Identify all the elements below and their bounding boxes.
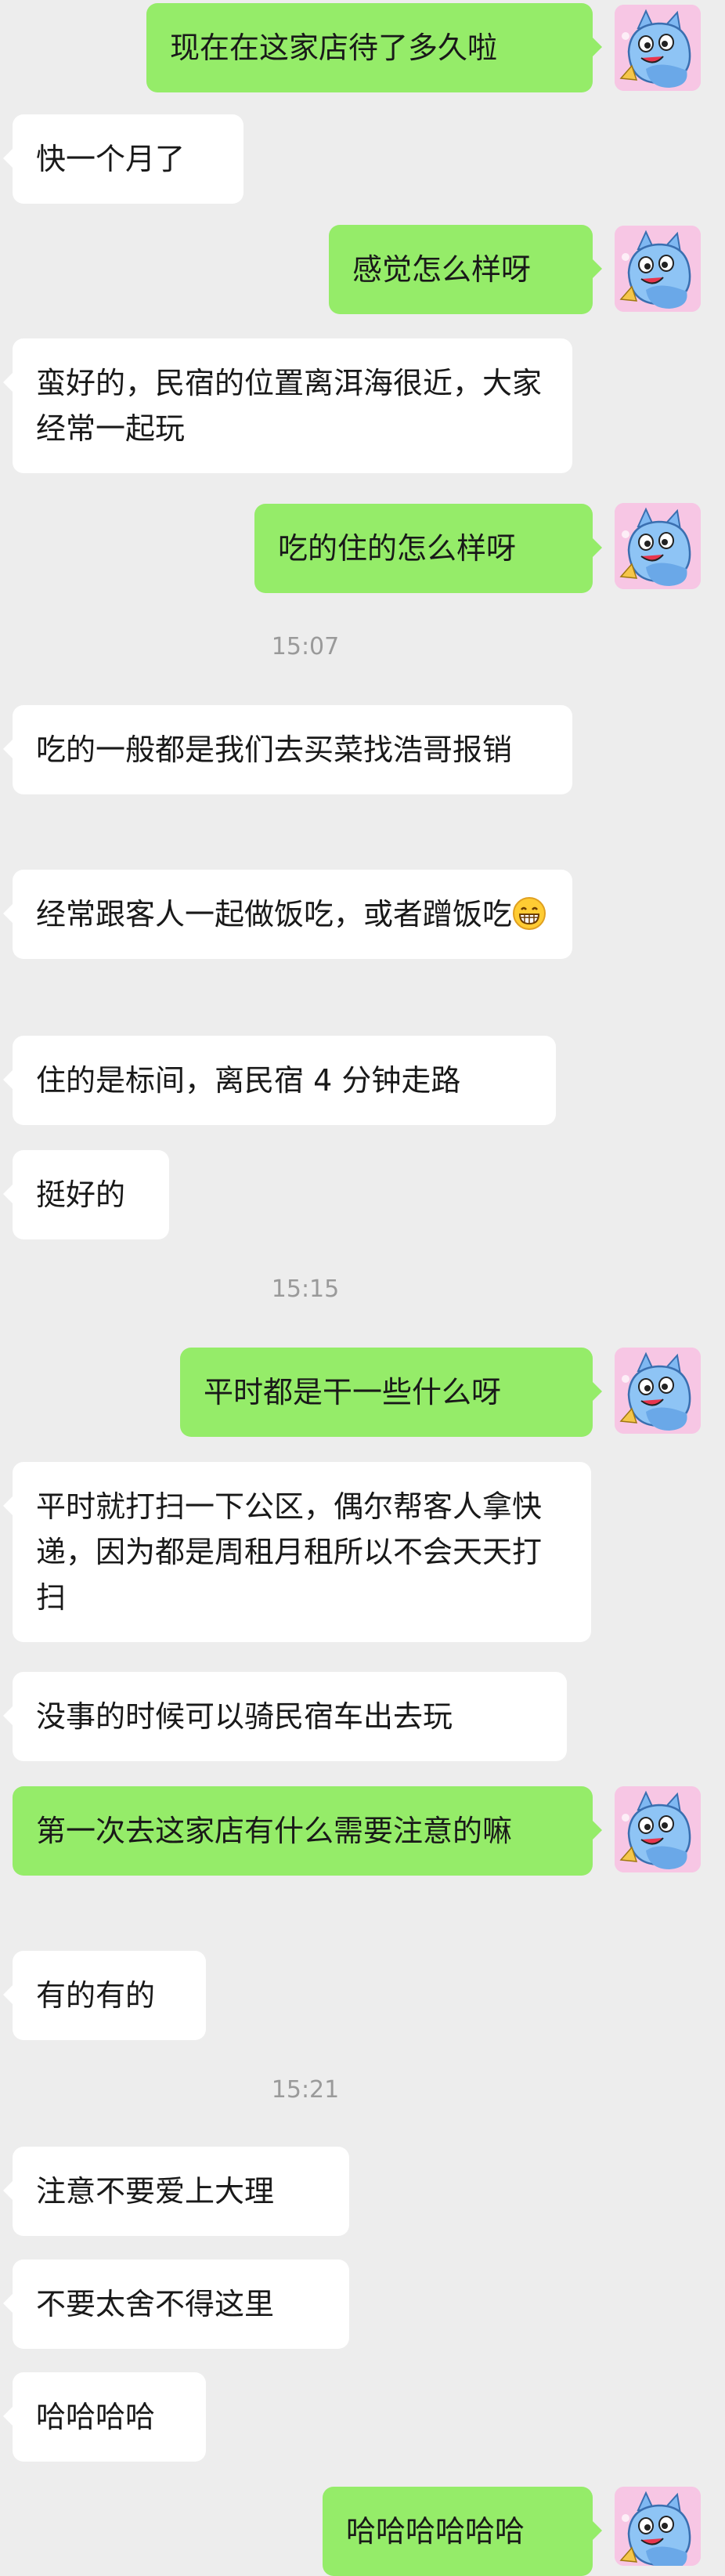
user-avatar[interactable]	[615, 1348, 701, 1434]
user-avatar[interactable]	[615, 2487, 701, 2566]
message-text: 现在在这家店待了多久啦	[170, 31, 498, 65]
message-text: 吃的住的怎么样呀	[278, 531, 517, 566]
message-bubble-incoming[interactable]: 快一个月了	[3, 114, 243, 204]
message-text: 感觉怎么样呀	[352, 252, 532, 287]
cartoon-avatar-icon	[615, 5, 701, 91]
message-text: 第一次去这家店有什么需要注意的嘛	[36, 1814, 513, 1848]
message-text: 快一个月了	[36, 142, 186, 176]
message-text: 挺好的	[36, 1178, 126, 1212]
timestamp: 15:07	[271, 633, 340, 660]
message-text: 吃的一般都是我们去买菜找浩哥报销	[36, 733, 513, 767]
message-bubble-incoming[interactable]: 平时就打扫一下公区，偶尔帮客人拿快递，因为都是周租月租所以不会天天打扫	[3, 1462, 591, 1642]
message-bubble-outgoing[interactable]: 感觉怎么样呀	[329, 225, 602, 314]
timestamp: 15:15	[271, 1275, 340, 1303]
user-avatar[interactable]	[615, 503, 701, 589]
grinning-face-emoji-icon	[513, 897, 546, 930]
message-bubble-incoming[interactable]: 有的有的	[3, 1951, 206, 2040]
message-bubble-outgoing[interactable]: 平时都是干一些什么呀	[180, 1348, 602, 1437]
message-bubble-incoming[interactable]: 不要太舍不得这里	[3, 2259, 349, 2349]
message-text: 平时都是干一些什么呀	[204, 1375, 502, 1409]
chat-window: 现在在这家店待了多久啦 快一个月了 感觉怎么样呀 蛮好的，民宿的位置离洱海很近，…	[0, 0, 725, 2576]
message-bubble-incoming[interactable]: 住的是标间，离民宿 4 分钟走路	[3, 1036, 556, 1125]
message-text: 平时就打扫一下公区，偶尔帮客人拿快递，因为都是周租月租所以不会天天打扫	[36, 1489, 543, 1615]
message-text: 没事的时候可以骑民宿车出去玩	[36, 1699, 453, 1734]
message-bubble-incoming[interactable]: 蛮好的，民宿的位置离洱海很近，大家经常一起玩	[3, 338, 572, 473]
message-bubble-incoming[interactable]: 注意不要爱上大理	[3, 2147, 349, 2236]
message-text: 经常跟客人一起做饭吃，或者蹭饭吃	[36, 897, 513, 932]
cartoon-avatar-icon	[615, 1786, 701, 1872]
message-bubble-outgoing[interactable]: 吃的住的怎么样呀	[254, 504, 602, 593]
timestamp: 15:21	[271, 2076, 340, 2104]
user-avatar[interactable]	[615, 226, 701, 312]
cartoon-avatar-icon	[615, 2487, 701, 2566]
cartoon-avatar-icon	[615, 503, 701, 589]
message-text: 蛮好的，民宿的位置离洱海很近，大家经常一起玩	[36, 366, 543, 446]
user-avatar[interactable]	[615, 1786, 701, 1872]
message-bubble-incoming[interactable]: 经常跟客人一起做饭吃，或者蹭饭吃	[3, 870, 572, 959]
message-text: 注意不要爱上大理	[36, 2174, 275, 2209]
message-text: 不要太舍不得这里	[36, 2287, 275, 2321]
message-text: 住的是标间，离民宿 4 分钟走路	[36, 1063, 461, 1098]
message-bubble-outgoing[interactable]: 哈哈哈哈哈哈	[323, 2487, 602, 2576]
message-text: 有的有的	[36, 1978, 156, 2013]
cartoon-avatar-icon	[615, 1348, 701, 1434]
message-bubble-incoming[interactable]: 哈哈哈哈	[3, 2372, 206, 2462]
user-avatar[interactable]	[615, 5, 701, 91]
message-text: 哈哈哈哈	[36, 2400, 156, 2434]
message-bubble-incoming[interactable]: 挺好的	[3, 1150, 169, 1239]
message-bubble-outgoing[interactable]: 现在在这家店待了多久啦	[146, 3, 602, 92]
message-bubble-incoming[interactable]: 吃的一般都是我们去买菜找浩哥报销	[3, 705, 572, 794]
message-bubble-outgoing[interactable]: 第一次去这家店有什么需要注意的嘛	[13, 1786, 602, 1876]
cartoon-avatar-icon	[615, 226, 701, 312]
message-text: 哈哈哈哈哈哈	[346, 2514, 525, 2549]
message-bubble-incoming[interactable]: 没事的时候可以骑民宿车出去玩	[3, 1672, 567, 1761]
